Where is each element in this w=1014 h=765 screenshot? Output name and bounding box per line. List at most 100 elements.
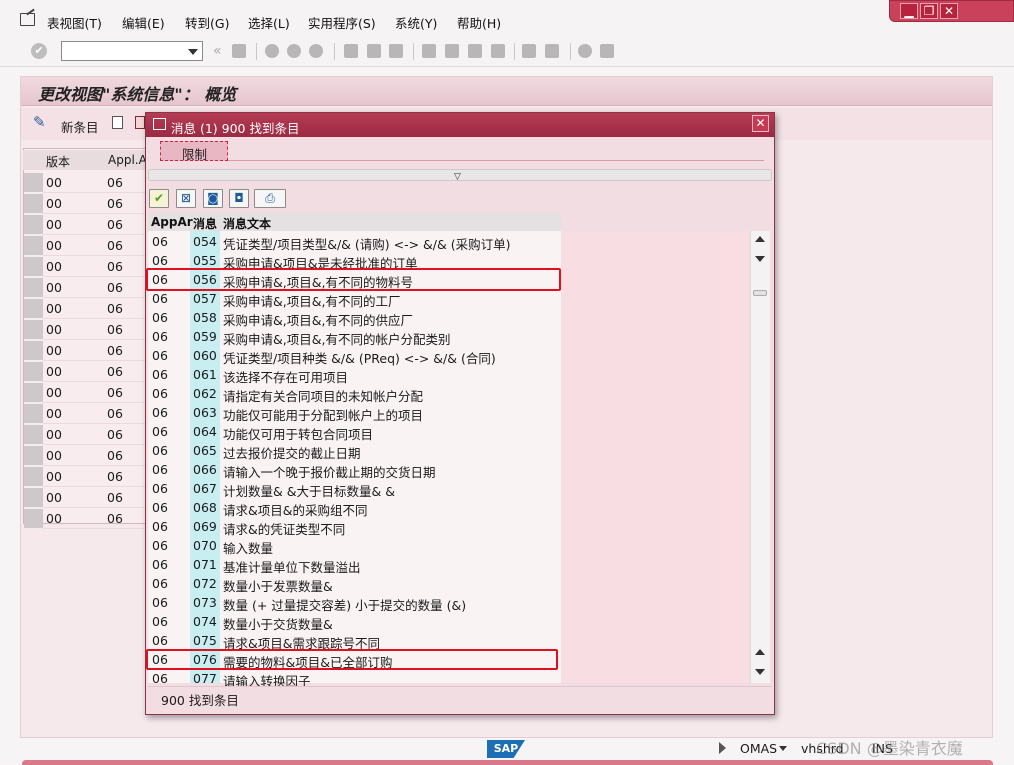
cancel-icon[interactable]	[309, 44, 323, 58]
cell-version: 00	[46, 343, 62, 358]
row-selector[interactable]	[24, 299, 43, 319]
confirm-check-icon[interactable]: ✔	[149, 189, 169, 208]
next-page-icon[interactable]	[468, 44, 482, 58]
dialog-close-button[interactable]: ✕	[752, 115, 769, 132]
menu-item-system[interactable]: 系统(Y)	[395, 13, 437, 32]
menu-item-help[interactable]: 帮助(H)	[457, 13, 501, 32]
column-header-message-no[interactable]: 消息	[193, 215, 217, 232]
row-selector[interactable]	[24, 194, 43, 214]
new-session-icon[interactable]	[522, 44, 536, 58]
cell-appl-area: 06	[107, 217, 123, 232]
cell-app-area: 06	[152, 329, 168, 344]
cell-message-no: 066	[193, 462, 217, 477]
chevron-down-icon[interactable]	[779, 746, 787, 751]
cell-version: 00	[46, 385, 62, 400]
enter-check-icon[interactable]: ✔	[31, 43, 47, 59]
cell-app-area: 06	[152, 310, 168, 325]
cell-app-area: 06	[152, 557, 168, 572]
scroll-up-icon[interactable]	[755, 236, 765, 242]
close-window-button[interactable]: ✕	[940, 3, 958, 19]
column-header-appl-area[interactable]: Appl.A	[108, 153, 147, 167]
row-selector[interactable]	[24, 404, 43, 424]
cell-app-area: 06	[152, 481, 168, 496]
vertical-scrollbar[interactable]	[750, 231, 770, 683]
last-page-icon[interactable]	[491, 44, 505, 58]
menu-item-utilities[interactable]: 实用程序(S)	[308, 13, 376, 32]
previous-page-icon[interactable]	[445, 44, 459, 58]
cell-message-no: 068	[193, 500, 217, 515]
find-icon[interactable]	[367, 44, 381, 58]
first-page-icon[interactable]	[422, 44, 436, 58]
watermark: CSDN @墨染青衣魔	[816, 739, 963, 758]
cell-appl-area: 06	[107, 511, 123, 526]
row-selector[interactable]	[24, 488, 43, 508]
maximize-button[interactable]: ❐	[920, 3, 938, 19]
find-next-icon[interactable]: ◘	[229, 189, 249, 208]
row-selector[interactable]	[24, 173, 43, 193]
row-selector[interactable]	[24, 383, 43, 403]
dialog-title: 消息 (1) 900 找到条目	[171, 121, 300, 136]
help-icon[interactable]	[578, 44, 592, 58]
cell-appl-area: 06	[107, 259, 123, 274]
row-selector[interactable]	[24, 257, 43, 277]
column-header-message-text[interactable]: 消息文本	[223, 215, 271, 232]
cancel-icon[interactable]: ⊠	[176, 189, 196, 208]
row-selector[interactable]	[24, 215, 43, 235]
find-icon[interactable]: ◙	[203, 189, 223, 208]
chevron-down-icon[interactable]	[188, 49, 198, 55]
menu-item-edit[interactable]: 编辑(E)	[122, 13, 165, 32]
cell-app-area: 06	[152, 348, 168, 363]
cell-app-area: 06	[152, 462, 168, 477]
row-selector[interactable]	[24, 425, 43, 445]
toolbar-separator	[334, 43, 335, 60]
shortcut-icon[interactable]	[545, 44, 559, 58]
cell-version: 00	[46, 175, 62, 190]
print-icon[interactable]: ⎙	[254, 189, 286, 208]
row-selector[interactable]	[24, 362, 43, 382]
row-selector[interactable]	[24, 341, 43, 361]
scrollbar-thumb[interactable]	[753, 290, 767, 296]
menu-item-selection[interactable]: 选择(L)	[248, 13, 290, 32]
minimize-button[interactable]: ▁	[900, 3, 918, 19]
find-next-icon[interactable]	[389, 44, 403, 58]
new-entries-icon[interactable]: ✎	[33, 115, 48, 130]
row-selector[interactable]	[24, 446, 43, 466]
copy-icon[interactable]	[112, 116, 123, 129]
menu-item-goto[interactable]: 转到(G)	[185, 13, 229, 32]
save-icon[interactable]	[232, 44, 246, 58]
layout-menu-icon[interactable]	[600, 44, 614, 58]
row-selector[interactable]	[24, 236, 43, 256]
row-selector[interactable]	[24, 320, 43, 340]
print-icon[interactable]	[344, 44, 358, 58]
cell-version: 00	[46, 448, 62, 463]
exit-icon[interactable]	[287, 44, 301, 58]
page-down-icon[interactable]	[755, 256, 765, 262]
menu-item-table-view[interactable]: 表视图(T)	[47, 13, 102, 32]
collapse-arrow-icon[interactable]: ▽	[454, 172, 461, 182]
status-play-icon[interactable]	[719, 742, 726, 754]
nav-back-icon[interactable]: «	[213, 43, 222, 59]
row-selector[interactable]	[24, 278, 43, 298]
command-field[interactable]	[61, 41, 203, 61]
cell-message-no: 063	[193, 405, 217, 420]
column-header-app-area[interactable]: AppAr	[151, 215, 193, 229]
page-up-icon[interactable]	[755, 649, 765, 655]
cell-app-area: 06	[152, 595, 168, 610]
tab-divider	[228, 160, 764, 161]
toolbar-separator	[256, 43, 257, 60]
tab-restrictions-label: 限制	[182, 147, 208, 162]
back-icon[interactable]	[265, 44, 279, 58]
menu-window-icon[interactable]	[20, 13, 35, 26]
new-entries-button[interactable]: 新条目	[61, 117, 99, 136]
scroll-down-icon[interactable]	[755, 669, 765, 675]
cell-app-area: 06	[152, 633, 168, 648]
cell-appl-area: 06	[107, 301, 123, 316]
row-selector[interactable]	[24, 509, 43, 529]
cell-app-area: 06	[152, 253, 168, 268]
delete-icon[interactable]	[135, 116, 145, 129]
cell-message-no: 072	[193, 576, 217, 591]
cell-app-area: 06	[152, 500, 168, 515]
row-selector[interactable]	[24, 467, 43, 487]
cell-app-area: 06	[152, 519, 168, 534]
column-header-version[interactable]: 版本	[46, 153, 70, 170]
